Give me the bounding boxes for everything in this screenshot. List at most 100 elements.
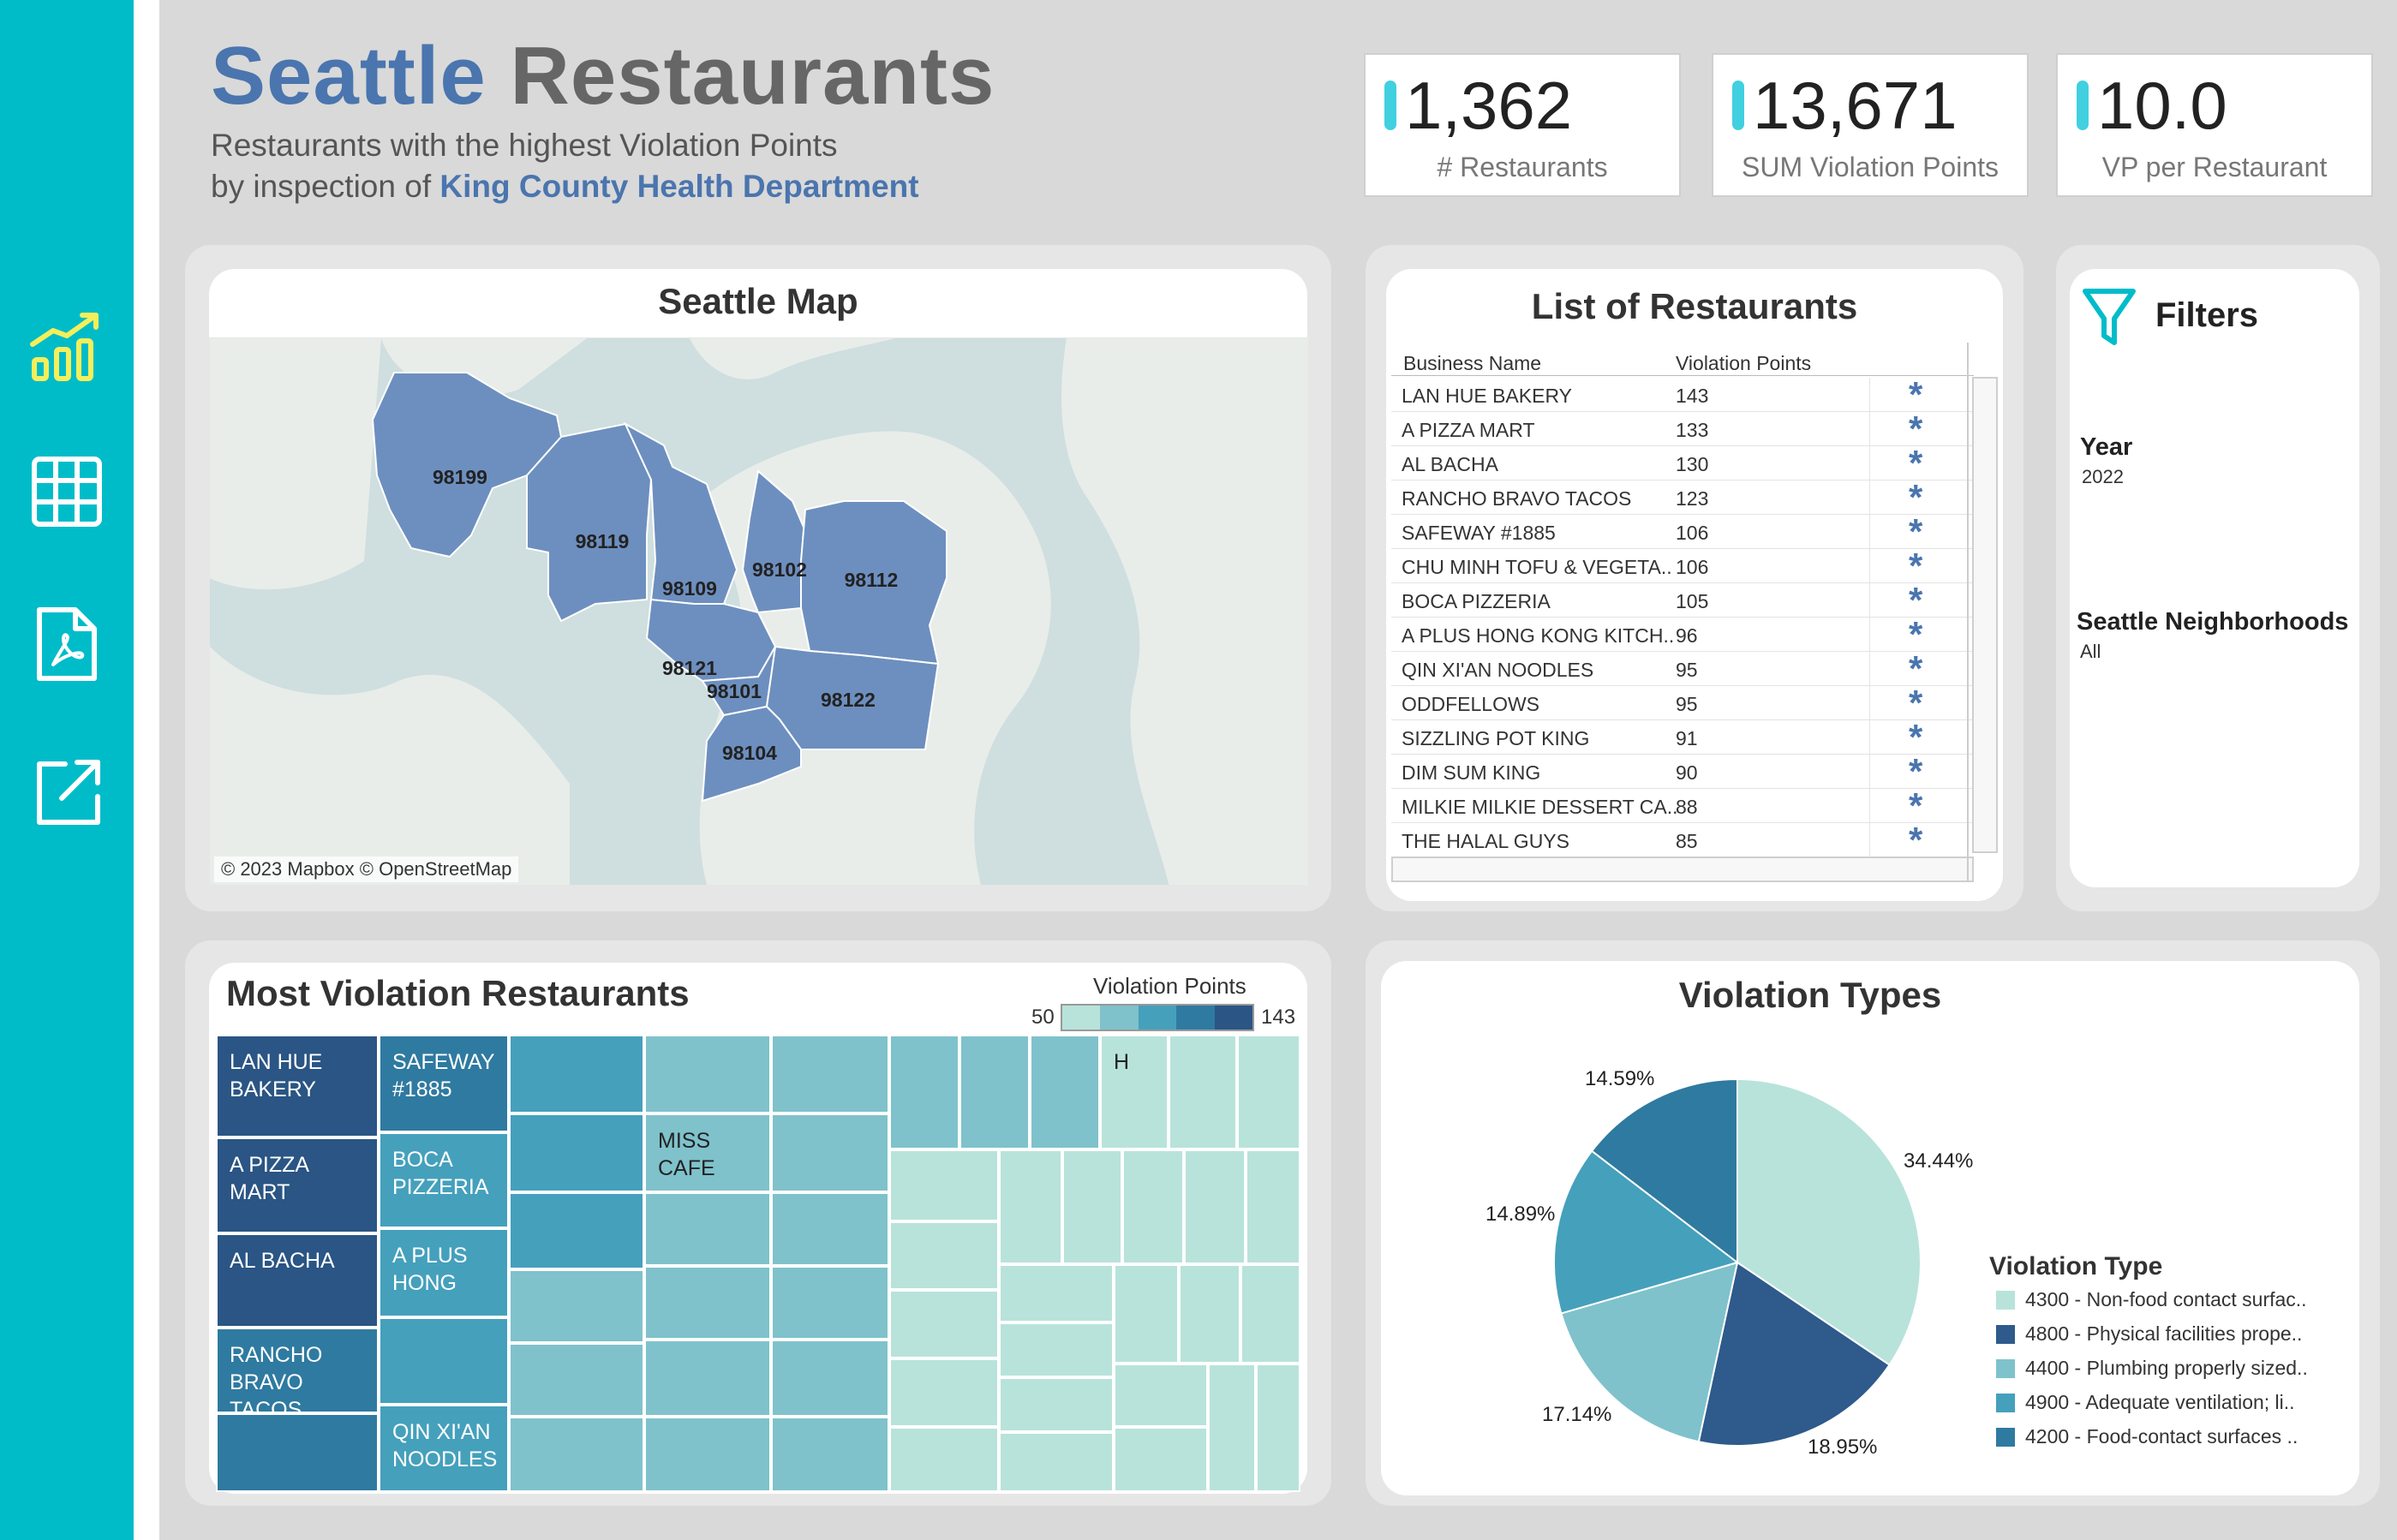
cell-divider [1869, 378, 1870, 412]
treemap-cell[interactable] [644, 1266, 771, 1340]
filter-year-value[interactable]: 2022 [2082, 466, 2124, 488]
violation-pie-chart[interactable] [1551, 1076, 1924, 1449]
list-row[interactable]: LAN HUE BAKERY 143 * [1391, 374, 1974, 415]
list-row[interactable]: BOCA PIZZERIA 105 * [1391, 580, 1974, 620]
treemap-cell[interactable] [509, 1113, 644, 1192]
legend-item[interactable]: 4800 - Physical facilities prope.. [2025, 1322, 2302, 1346]
external-link-icon[interactable] [27, 754, 106, 833]
list-row[interactable]: CHU MINH TOFU & VEGETA.. 106 * [1391, 546, 1974, 586]
treemap-cell[interactable]: H [1100, 1035, 1169, 1149]
treemap-cell[interactable] [1208, 1364, 1256, 1492]
treemap-cell[interactable]: LAN HUE BAKERY [216, 1035, 379, 1137]
treemap-cell[interactable]: BOCA PIZZERIA [379, 1132, 509, 1228]
kpi-accent-bar [1732, 81, 1744, 130]
treemap-cell[interactable]: SAFEWAY #1885 [379, 1035, 509, 1132]
kpi-value: 13,671 [1753, 68, 1958, 143]
treemap-cell[interactable] [1256, 1364, 1300, 1492]
treemap-cell[interactable] [644, 1192, 771, 1266]
treemap-cell[interactable] [509, 1343, 644, 1417]
pie-title: Violation Types [1678, 975, 1942, 1015]
treemap-cell[interactable] [509, 1269, 644, 1343]
treemap-cell[interactable] [644, 1035, 771, 1113]
treemap-cell[interactable] [644, 1417, 771, 1492]
filter-neighborhood-label: Seattle Neighborhoods [2077, 608, 2349, 636]
treemap-cell[interactable] [771, 1035, 889, 1113]
table-grid-icon[interactable] [27, 452, 106, 531]
treemap-cell[interactable] [509, 1192, 644, 1269]
treemap-cell[interactable] [999, 1322, 1114, 1377]
treemap-cell[interactable] [889, 1149, 999, 1221]
legend-item[interactable]: 4900 - Adequate ventilation; li.. [2025, 1391, 2295, 1414]
treemap-cell[interactable] [644, 1340, 771, 1417]
filter-neighborhood-value[interactable]: All [2080, 641, 2101, 663]
treemap-cell[interactable] [959, 1035, 1030, 1149]
treemap-cell[interactable]: QIN XI'AN NOODLES [379, 1405, 509, 1492]
detail-asterisk-icon[interactable]: * [1909, 820, 1922, 861]
cell-divider [1869, 823, 1870, 857]
treemap-cell[interactable] [999, 1377, 1114, 1432]
treemap-cell[interactable] [509, 1417, 644, 1492]
subtitle-line1: Restaurants with the highest Violation P… [211, 128, 838, 163]
treemap-cell[interactable] [1237, 1035, 1300, 1149]
legend-item[interactable]: 4400 - Plumbing properly sized.. [2025, 1357, 2308, 1380]
treemap-cell[interactable] [1114, 1364, 1208, 1427]
treemap-cell[interactable] [999, 1264, 1114, 1322]
list-row[interactable]: THE HALAL GUYS 85 * [1391, 820, 1974, 860]
treemap-cell[interactable] [771, 1113, 889, 1192]
treemap-cell[interactable] [216, 1413, 379, 1492]
treemap-cell[interactable]: AL BACHA [216, 1233, 379, 1328]
legend-swatch [1996, 1325, 2015, 1344]
treemap-cell[interactable] [379, 1317, 509, 1405]
treemap-cell[interactable] [999, 1149, 1062, 1264]
treemap-cell[interactable] [771, 1417, 889, 1492]
list-row[interactable]: MILKIE MILKIE DESSERT CA.. 88 * [1391, 785, 1974, 826]
restaurant-points: 123 [1676, 487, 1709, 510]
treemap-cell[interactable] [1030, 1035, 1100, 1149]
list-scrollbar[interactable] [1972, 377, 1998, 853]
list-h-scrollbar[interactable] [1391, 857, 1974, 882]
list-row[interactable]: SIZZLING POT KING 91 * [1391, 717, 1974, 757]
treemap-cell[interactable] [1114, 1427, 1208, 1492]
treemap-cell[interactable] [1169, 1035, 1237, 1149]
treemap-cell[interactable] [1184, 1149, 1246, 1264]
list-row[interactable]: RANCHO BRAVO TACOS 123 * [1391, 477, 1974, 517]
legend-item[interactable]: 4200 - Food-contact surfaces .. [2025, 1425, 2298, 1448]
treemap-cell[interactable] [889, 1358, 999, 1427]
chart-growth-icon[interactable] [27, 308, 106, 387]
treemap-cell[interactable] [999, 1432, 1114, 1492]
list-row[interactable]: ODDFELLOWS 95 * [1391, 683, 1974, 723]
col-header-name[interactable]: Business Name [1403, 352, 1541, 375]
treemap-cell[interactable]: A PLUS HONG [379, 1228, 509, 1317]
col-header-points[interactable]: Violation Points [1676, 352, 1811, 375]
restaurant-points: 91 [1676, 727, 1698, 749]
list-row[interactable]: SAFEWAY #1885 106 * [1391, 511, 1974, 552]
list-row[interactable]: A PLUS HONG KONG KITCH.. 96 * [1391, 614, 1974, 654]
treemap-cell[interactable] [889, 1290, 999, 1358]
treemap-cell[interactable] [889, 1427, 999, 1492]
treemap-cell[interactable] [1062, 1149, 1122, 1264]
list-row[interactable]: A PIZZA MART 133 * [1391, 409, 1974, 449]
treemap-cell[interactable] [771, 1192, 889, 1266]
page-title: Seattle Restaurants [211, 29, 995, 123]
treemap-cell[interactable] [1179, 1264, 1240, 1364]
treemap-cell[interactable]: MISS CAFE [644, 1113, 771, 1192]
treemap-cell[interactable] [1122, 1149, 1184, 1264]
treemap-cell[interactable] [889, 1221, 999, 1290]
treemap-cell[interactable] [1246, 1149, 1300, 1264]
treemap-cell[interactable]: A PIZZA MART [216, 1137, 379, 1233]
cell-divider [1869, 789, 1870, 823]
treemap-cell[interactable] [771, 1340, 889, 1417]
list-row[interactable]: AL BACHA 130 * [1391, 443, 1974, 483]
seattle-map[interactable]: 98199 98119 98109 98102 98112 98121 9810… [210, 338, 1308, 885]
list-row[interactable]: DIM SUM KING 90 * [1391, 751, 1974, 791]
pdf-file-icon[interactable] [27, 605, 106, 683]
treemap-cell[interactable] [771, 1266, 889, 1340]
legend-item[interactable]: 4300 - Non-food contact surfac.. [2025, 1288, 2307, 1311]
treemap-cell[interactable]: RANCHO BRAVO TACOS [216, 1328, 379, 1422]
list-row[interactable]: QIN XI'AN NOODLES 95 * [1391, 648, 1974, 689]
treemap-cell[interactable] [509, 1035, 644, 1113]
treemap-cell[interactable] [1114, 1264, 1179, 1364]
subtitle-prefix: by inspection of [211, 169, 432, 204]
treemap-cell[interactable] [889, 1035, 959, 1149]
treemap-cell[interactable] [1240, 1264, 1300, 1364]
